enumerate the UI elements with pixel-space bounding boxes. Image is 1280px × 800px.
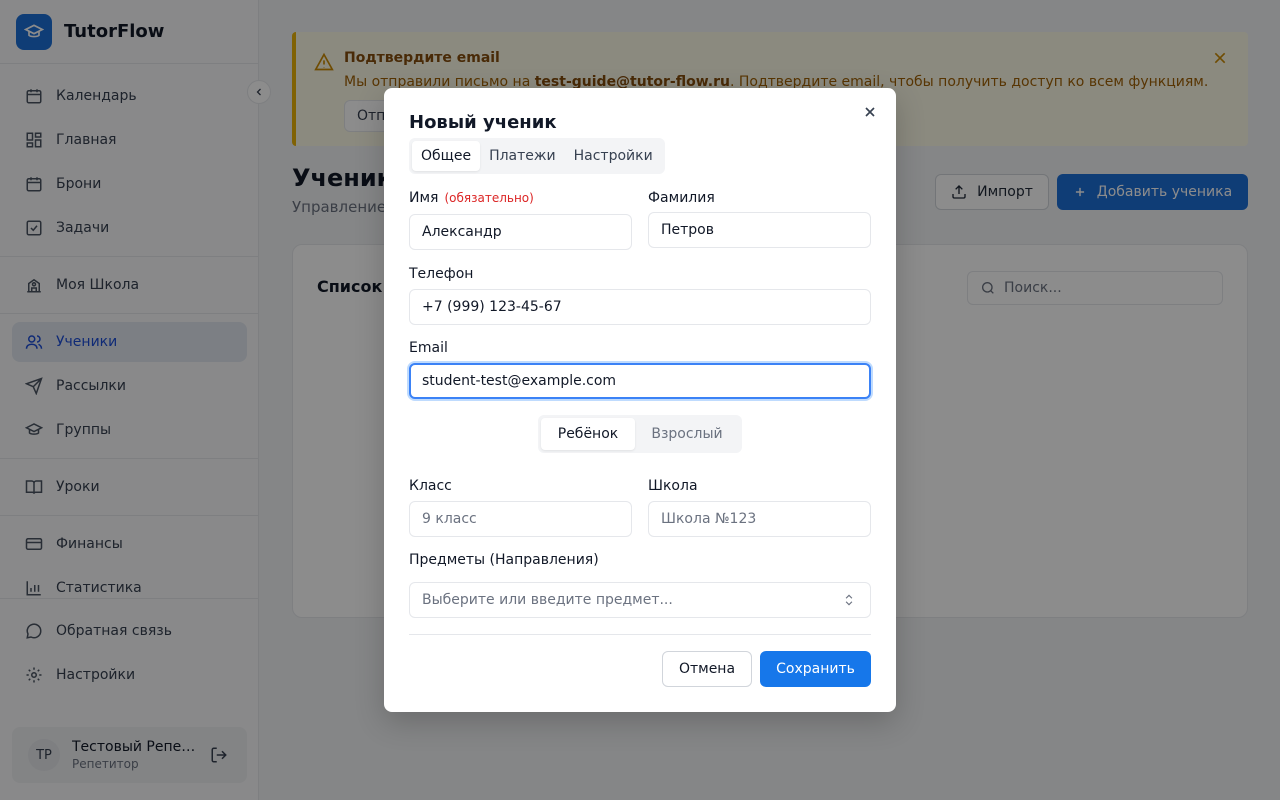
- first-name-label: Имя (обязательно): [409, 190, 534, 206]
- tab-settings[interactable]: Настройки: [565, 141, 662, 171]
- dialog-tabs: Общее Платежи Настройки: [409, 138, 665, 174]
- email-field[interactable]: student-test@example.com: [409, 363, 871, 399]
- footer-divider: [409, 634, 871, 635]
- subjects-placeholder: Выберите или введите предмет...: [422, 592, 673, 608]
- subjects-label: Предметы (Направления): [409, 552, 599, 568]
- tab-payments[interactable]: Платежи: [480, 141, 565, 171]
- last-name-field[interactable]: Петров: [648, 212, 871, 248]
- subjects-select[interactable]: Выберите или введите предмет...: [409, 582, 871, 618]
- school-field[interactable]: Школа №123: [648, 501, 871, 537]
- dialog-title: Новый ученик: [409, 112, 557, 133]
- required-hint: (обязательно): [444, 191, 534, 205]
- new-student-dialog: Новый ученик Общее Платежи Настройки Имя…: [384, 88, 896, 712]
- tab-general[interactable]: Общее: [412, 141, 481, 171]
- save-button[interactable]: Сохранить: [760, 651, 871, 687]
- student-type-toggle: Ребёнок Взрослый: [538, 415, 742, 453]
- cancel-button[interactable]: Отмена: [662, 651, 752, 687]
- last-name-label: Фамилия: [648, 190, 715, 206]
- close-icon[interactable]: [862, 104, 878, 120]
- toggle-child[interactable]: Ребёнок: [541, 418, 635, 450]
- email-label: Email: [409, 340, 448, 356]
- first-name-field[interactable]: Александр: [409, 214, 632, 250]
- grade-field[interactable]: 9 класс: [409, 501, 632, 537]
- toggle-adult[interactable]: Взрослый: [635, 418, 739, 450]
- school-label: Школа: [648, 478, 698, 494]
- grade-label: Класс: [409, 478, 452, 494]
- phone-label: Телефон: [409, 266, 474, 282]
- phone-field[interactable]: +7 (999) 123-45-67: [409, 289, 871, 325]
- chevrons-up-down-icon: [842, 593, 856, 607]
